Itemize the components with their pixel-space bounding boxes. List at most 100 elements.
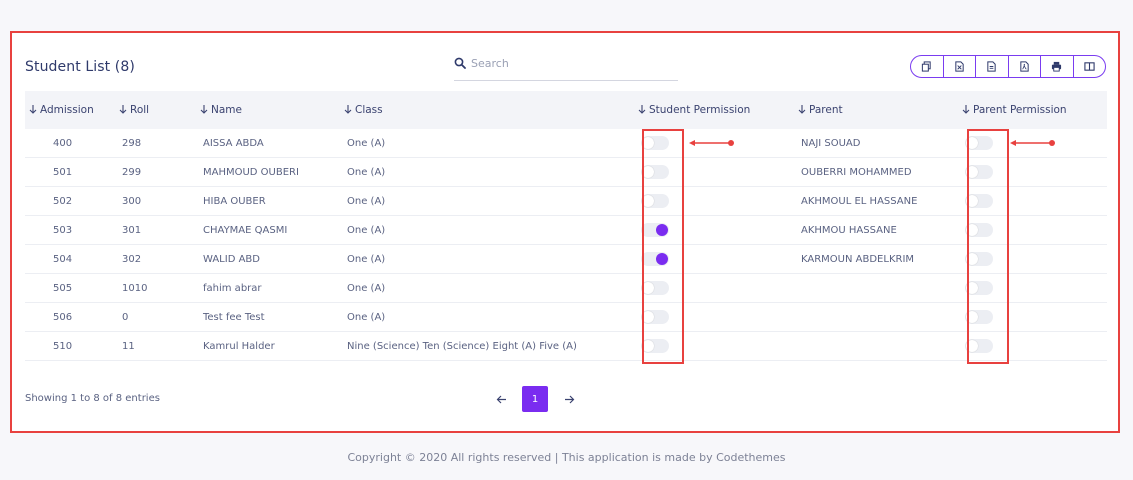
- parent-permission-toggle[interactable]: [965, 310, 993, 324]
- export-toolbar: [910, 55, 1106, 78]
- entries-info: Showing 1 to 8 of 8 entries: [25, 393, 160, 404]
- parent-permission-toggle[interactable]: [965, 194, 993, 208]
- student-permission-toggle[interactable]: [641, 223, 669, 237]
- admission-cell: 503: [25, 215, 119, 245]
- student-permission-toggle[interactable]: [641, 281, 669, 295]
- student-permission-toggle[interactable]: [641, 194, 669, 208]
- name-cell: AISSA ABDA: [200, 129, 344, 158]
- roll-cell: 298: [119, 129, 200, 158]
- toggle-knob: [656, 253, 668, 265]
- toggle-knob: [966, 195, 978, 207]
- table-row: 503 301 CHAYMAE QASMI One (A) AKHMOU HASSANE: [25, 215, 1107, 245]
- student-permission-cell: [634, 302, 798, 332]
- class-cell: One (A): [344, 302, 634, 332]
- next-page-button[interactable]: [560, 390, 578, 408]
- column-header-name[interactable]: Name: [200, 91, 344, 129]
- print-icon: [1052, 61, 1062, 72]
- parent-cell: AKHMOU HASSANE: [798, 215, 958, 245]
- columns-icon: [1084, 62, 1095, 71]
- pdf-button[interactable]: [1009, 56, 1041, 77]
- student-permission-toggle[interactable]: [641, 136, 669, 150]
- roll-cell: 11: [119, 331, 200, 361]
- class-cell: One (A): [344, 129, 634, 158]
- table-row: 400 298 AISSA ABDA One (A) NAJI SOUAD: [25, 129, 1107, 158]
- student-permission-cell: [634, 215, 798, 245]
- column-label: Roll: [130, 104, 150, 116]
- toggle-knob: [966, 311, 978, 323]
- admission-cell: 510: [25, 331, 119, 361]
- column-header-admission[interactable]: Admission: [25, 91, 119, 129]
- column-label: Class: [355, 104, 383, 116]
- admission-cell: 506: [25, 302, 119, 332]
- admission-cell: 501: [25, 157, 119, 187]
- parent-cell: KARMOUN ABDELKRIM: [798, 244, 958, 274]
- previous-page-button[interactable]: [492, 390, 510, 408]
- student-permission-toggle[interactable]: [641, 339, 669, 353]
- excel-icon: [955, 61, 964, 72]
- toggle-knob: [966, 224, 978, 236]
- parent-permission-cell: [958, 302, 1107, 332]
- column-header-parent[interactable]: Parent: [798, 91, 958, 129]
- column-header-roll[interactable]: Roll: [119, 91, 200, 129]
- roll-cell: 300: [119, 186, 200, 216]
- student-permission-cell: [634, 331, 798, 361]
- roll-cell: 0: [119, 302, 200, 332]
- parent-permission-toggle[interactable]: [965, 281, 993, 295]
- student-permission-toggle[interactable]: [641, 252, 669, 266]
- column-header-class[interactable]: Class: [344, 91, 634, 129]
- sort-arrow-icon: [119, 105, 127, 114]
- toggle-knob: [642, 137, 654, 149]
- name-cell: fahim abrar: [200, 273, 344, 303]
- sort-arrow-icon: [29, 105, 37, 114]
- excel-button[interactable]: [944, 56, 976, 77]
- sort-arrow-icon: [344, 105, 352, 114]
- parent-cell: AKHMOUL EL HASSANE: [798, 186, 958, 216]
- parent-cell: [798, 331, 958, 361]
- print-button[interactable]: [1041, 56, 1074, 77]
- student-permission-cell: [634, 244, 798, 274]
- table-body: 400 298 AISSA ABDA One (A) NAJI SOUAD 501 299 M…: [25, 129, 1107, 361]
- copy-icon: [922, 61, 931, 72]
- toggle-knob: [642, 340, 654, 352]
- top-bar: [0, 0, 1133, 18]
- toggle-knob: [966, 282, 978, 294]
- toggle-knob: [656, 224, 668, 236]
- student-permission-toggle[interactable]: [641, 165, 669, 179]
- copy-button[interactable]: [911, 56, 944, 77]
- parent-permission-toggle[interactable]: [965, 252, 993, 266]
- toggle-knob: [966, 137, 978, 149]
- parent-permission-cell: [958, 273, 1107, 303]
- search-input[interactable]: [471, 53, 671, 73]
- parent-permission-cell: [958, 129, 1107, 158]
- admission-cell: 504: [25, 244, 119, 274]
- parent-permission-cell: [958, 331, 1107, 361]
- column-header-parent-permission[interactable]: Parent Permission: [958, 91, 1107, 129]
- arrow-right-icon: [564, 395, 574, 403]
- roll-cell: 302: [119, 244, 200, 274]
- admission-cell: 505: [25, 273, 119, 303]
- name-cell: Kamrul Halder: [200, 331, 344, 361]
- table-row: 505 1010 fahim abrar One (A): [25, 273, 1107, 303]
- column-header-student-permission[interactable]: Student Permission: [634, 91, 798, 129]
- toggle-knob: [966, 340, 978, 352]
- parent-permission-toggle[interactable]: [965, 136, 993, 150]
- parent-permission-toggle[interactable]: [965, 165, 993, 179]
- csv-button[interactable]: [976, 56, 1009, 77]
- toggle-knob: [966, 166, 978, 178]
- class-cell: One (A): [344, 244, 634, 274]
- admission-cell: 400: [25, 129, 119, 158]
- toggle-knob: [642, 311, 654, 323]
- page-button-current[interactable]: 1: [522, 386, 548, 412]
- parent-permission-toggle[interactable]: [965, 223, 993, 237]
- name-cell: Test fee Test: [200, 302, 344, 332]
- class-cell: One (A): [344, 273, 634, 303]
- sort-arrow-icon: [200, 105, 208, 114]
- column-visibility-button[interactable]: [1074, 56, 1106, 77]
- toggle-knob: [966, 253, 978, 265]
- student-list-card: Student List (8) Search Admission Roll N…: [12, 33, 1120, 431]
- column-label: Student Permission: [649, 104, 751, 116]
- student-permission-toggle[interactable]: [641, 310, 669, 324]
- parent-permission-toggle[interactable]: [965, 339, 993, 353]
- parent-permission-cell: [958, 215, 1107, 245]
- sort-arrow-icon: [798, 105, 806, 114]
